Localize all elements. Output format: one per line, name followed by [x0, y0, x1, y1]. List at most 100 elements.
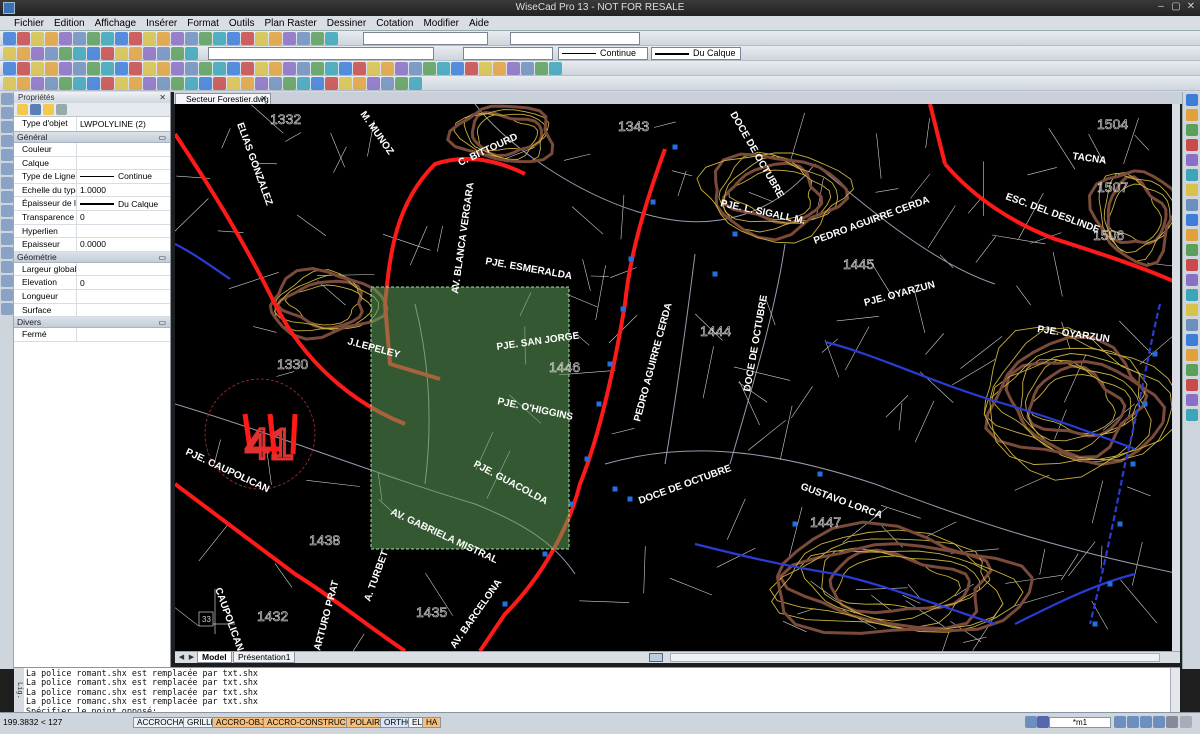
layer-field[interactable]	[208, 47, 434, 60]
collapse-icon[interactable]: ▭	[158, 132, 166, 143]
tool-button-icon[interactable]	[185, 77, 198, 90]
menu-item-fichier[interactable]: Fichier	[9, 18, 49, 29]
tool-button-icon[interactable]	[283, 62, 296, 75]
tool-button-icon[interactable]	[129, 77, 142, 90]
draw-tool-icon[interactable]	[1, 233, 13, 245]
tool-button-icon[interactable]	[45, 47, 58, 60]
vertical-scrollbar[interactable]	[1172, 104, 1180, 651]
drawing-canvas[interactable]: C. BITTOURD ELIAS GONZALEZ M. MUNOZ AV. …	[175, 104, 1180, 651]
tool-button-icon[interactable]	[255, 77, 268, 90]
draw-tool-icon[interactable]	[1, 219, 13, 231]
tool-button-icon[interactable]	[31, 62, 44, 75]
horizontal-scrollbar[interactable]	[670, 653, 1160, 662]
properties-section[interactable]: Divers ▭	[14, 317, 170, 329]
tool-button-icon[interactable]	[507, 62, 520, 75]
hscroll-left-icon[interactable]	[649, 653, 663, 662]
menu-item-format[interactable]: Format	[182, 18, 224, 29]
tool-button-icon[interactable]	[31, 77, 44, 90]
tool-button-icon[interactable]	[157, 62, 170, 75]
menu-item-affichage[interactable]: Affichage	[90, 18, 142, 29]
tool-button-icon[interactable]	[129, 62, 142, 75]
linetype-select[interactable]: Continue	[558, 47, 648, 60]
zoom-icon[interactable]	[1114, 716, 1126, 728]
tool-button-icon[interactable]	[297, 32, 310, 45]
tool-button-icon[interactable]	[185, 47, 198, 60]
modify-tool-icon[interactable]	[1186, 259, 1198, 271]
property-row[interactable]: Largeur globale	[14, 262, 170, 277]
settings-icon[interactable]	[1166, 716, 1178, 728]
app-icon[interactable]	[3, 2, 15, 14]
tool-button-icon[interactable]	[493, 62, 506, 75]
tool-button-icon[interactable]	[45, 62, 58, 75]
modify-tool-icon[interactable]	[1186, 139, 1198, 151]
tool-button-icon[interactable]	[115, 32, 128, 45]
tool-button-icon[interactable]	[87, 77, 100, 90]
tool-button-icon[interactable]	[101, 62, 114, 75]
tool-button-icon[interactable]	[73, 77, 86, 90]
tool-button-icon[interactable]	[199, 62, 212, 75]
tool-button-icon[interactable]	[255, 32, 268, 45]
modify-tool-icon[interactable]	[1186, 109, 1198, 121]
tool-button-icon[interactable]	[381, 77, 394, 90]
properties-section[interactable]: Géométrie ▭	[14, 251, 170, 263]
panel-close-icon[interactable]: ✕	[159, 92, 166, 103]
tool-button-icon[interactable]	[241, 32, 254, 45]
tool-button-icon[interactable]	[213, 62, 226, 75]
modify-tool-icon[interactable]	[1186, 349, 1198, 361]
zoom-window-icon[interactable]	[1127, 716, 1139, 728]
tool-button-icon[interactable]	[129, 32, 142, 45]
draw-tool-icon[interactable]	[1, 261, 13, 273]
property-value[interactable]: 1.0000	[77, 185, 170, 195]
tool-button-icon[interactable]	[311, 77, 324, 90]
command-scrollbar[interactable]	[1170, 668, 1180, 713]
document-tab[interactable]: Secteur Forestier.dwg ✕	[175, 93, 271, 104]
menu-item-dessiner[interactable]: Dessiner	[322, 18, 371, 29]
quick-select-icon[interactable]	[30, 104, 41, 115]
tool-button-icon[interactable]	[367, 77, 380, 90]
tool-button-icon[interactable]	[227, 77, 240, 90]
tool-button-icon[interactable]	[381, 62, 394, 75]
draw-tool-icon[interactable]	[1, 191, 13, 203]
modify-tool-icon[interactable]	[1186, 319, 1198, 331]
tool-button-icon[interactable]	[283, 32, 296, 45]
next-tab-icon[interactable]: ▶	[187, 653, 196, 662]
modify-tool-icon[interactable]	[1186, 334, 1198, 346]
tool-button-icon[interactable]	[549, 62, 562, 75]
tool-button-icon[interactable]	[409, 77, 422, 90]
draw-tool-icon[interactable]	[1, 205, 13, 217]
tool-button-icon[interactable]	[451, 62, 464, 75]
draw-tool-icon[interactable]	[1, 93, 13, 105]
modify-tool-icon[interactable]	[1186, 199, 1198, 211]
modify-tool-icon[interactable]	[1186, 364, 1198, 376]
pan-icon[interactable]	[1140, 716, 1152, 728]
tab-presentation1[interactable]: Présentation1	[233, 652, 296, 663]
tool-button-icon[interactable]	[269, 32, 282, 45]
tool-button-icon[interactable]	[171, 62, 184, 75]
modify-tool-icon[interactable]	[1186, 244, 1198, 256]
first-tab-icon[interactable]: ◀	[177, 653, 186, 662]
draw-tool-icon[interactable]	[1, 177, 13, 189]
maximize-icon[interactable]: ▢	[1168, 1, 1184, 14]
tool-button-icon[interactable]	[185, 62, 198, 75]
toggle-ha[interactable]: HA	[422, 717, 442, 728]
tool-button-icon[interactable]	[59, 47, 72, 60]
tool-button-icon[interactable]	[31, 32, 44, 45]
menu-item-edition[interactable]: Edition	[49, 18, 90, 29]
tool-button-icon[interactable]	[59, 77, 72, 90]
tool-button-icon[interactable]	[269, 77, 282, 90]
tool-button-icon[interactable]	[157, 47, 170, 60]
tool-button-icon[interactable]	[87, 62, 100, 75]
command-window[interactable]: Lig. La police romant.shx est remplacée …	[14, 667, 1180, 716]
tool-button-icon[interactable]	[31, 47, 44, 60]
tool-button-icon[interactable]	[143, 47, 156, 60]
draw-tool-icon[interactable]	[1, 247, 13, 259]
modify-tool-icon[interactable]	[1186, 124, 1198, 136]
tab-close-icon[interactable]: ✕	[260, 94, 267, 104]
modify-tool-icon[interactable]	[1186, 304, 1198, 316]
toggle-pickadd-icon[interactable]	[43, 104, 54, 115]
tool-button-icon[interactable]	[339, 62, 352, 75]
tool-button-icon[interactable]	[73, 47, 86, 60]
fullscreen-icon[interactable]	[1180, 716, 1192, 728]
lineweight-select[interactable]: Du Calque	[651, 47, 741, 60]
tool-button-icon[interactable]	[199, 32, 212, 45]
